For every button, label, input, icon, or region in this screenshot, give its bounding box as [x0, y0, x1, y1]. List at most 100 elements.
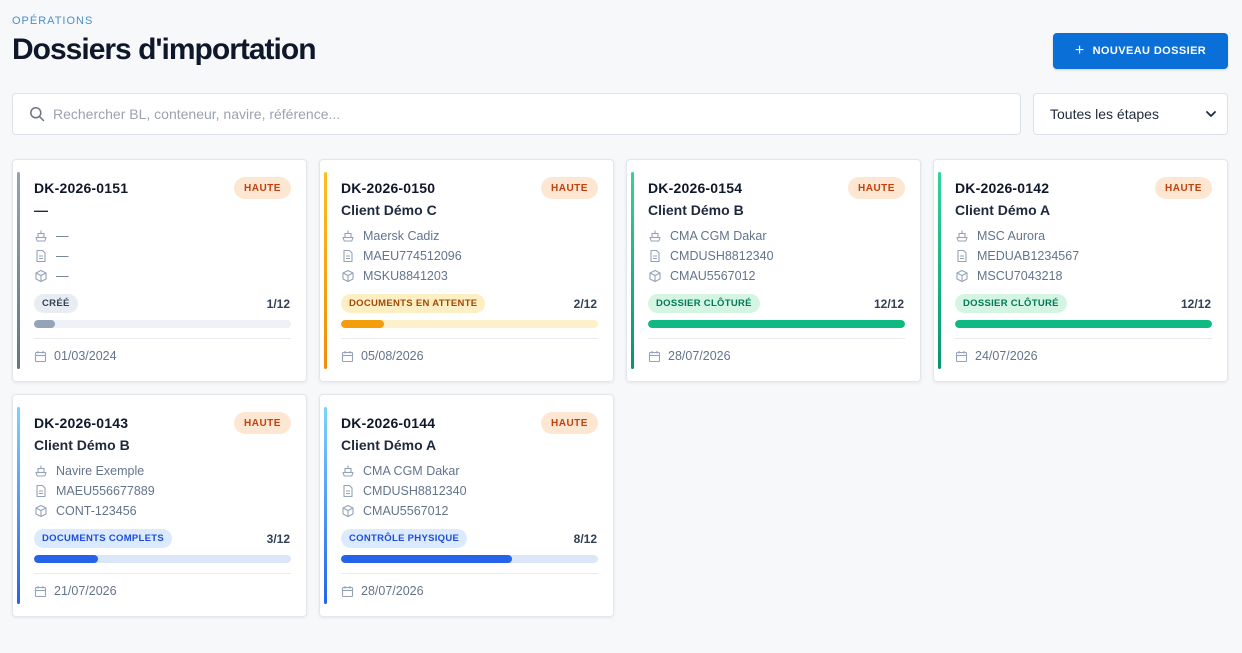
calendar-icon: [34, 585, 47, 598]
bl-row: CMDUSH8812340: [341, 484, 467, 498]
dossier-date: 01/03/2024: [54, 349, 117, 363]
date-row: 28/07/2026: [648, 349, 731, 363]
search-icon: [29, 106, 45, 122]
box-icon: [648, 269, 662, 283]
progress-track: [955, 320, 1212, 328]
card-accent-bar: [17, 172, 20, 369]
card-divider: [955, 338, 1212, 339]
container-number: CMAU5567012: [363, 504, 449, 518]
dossier-date: 28/07/2026: [668, 349, 731, 363]
stage-filter-select[interactable]: Toutes les étapes: [1033, 93, 1228, 135]
progress-track: [341, 320, 598, 328]
document-icon: [648, 249, 662, 263]
dossier-reference: DK-2026-0142: [955, 180, 1050, 196]
card-accent-bar: [324, 172, 327, 369]
client-name: Client Démo B: [34, 437, 130, 453]
vessel-row: —: [34, 229, 69, 243]
document-icon: [955, 249, 969, 263]
dossier-reference: DK-2026-0154: [648, 180, 743, 196]
vessel-name: —: [56, 229, 69, 243]
new-dossier-button-label: NOUVEAU DOSSIER: [1092, 45, 1207, 57]
vessel-name: Navire Exemple: [56, 464, 145, 478]
progress-fill: [34, 320, 56, 328]
dossier-reference: DK-2026-0150: [341, 180, 436, 196]
priority-badge: HAUTE: [1155, 177, 1212, 199]
dossier-card[interactable]: DK-2026-0143 Client Démo B HAUTE Navire …: [12, 394, 307, 617]
ship-icon: [341, 229, 355, 243]
calendar-icon: [955, 350, 968, 363]
step-count: 12/12: [873, 297, 904, 311]
ship-icon: [648, 229, 662, 243]
dossier-reference: DK-2026-0151: [34, 180, 129, 196]
ship-icon: [34, 229, 48, 243]
progress-fill: [648, 320, 905, 328]
client-name: —: [34, 202, 48, 218]
container-row: —: [34, 269, 69, 283]
date-row: 24/07/2026: [955, 349, 1038, 363]
client-name: Client Démo A: [955, 202, 1051, 218]
step-count: 1/12: [266, 297, 290, 311]
dossier-date: 28/07/2026: [361, 584, 424, 598]
ship-icon: [341, 464, 355, 478]
container-number: MSKU8841203: [363, 269, 448, 283]
search-bar: [12, 93, 1021, 135]
calendar-icon: [341, 350, 354, 363]
container-row: CMAU5567012: [341, 504, 448, 518]
calendar-icon: [34, 350, 47, 363]
bl-number: CMDUSH8812340: [670, 249, 774, 263]
dossier-card[interactable]: DK-2026-0154 Client Démo B HAUTE CMA CGM…: [626, 159, 921, 382]
container-row: MSKU8841203: [341, 269, 448, 283]
chevron-down-icon: [1205, 108, 1217, 120]
date-row: 21/07/2026: [34, 584, 117, 598]
container-row: CMAU5567012: [648, 269, 755, 283]
container-number: MSCU7043218: [977, 269, 1063, 283]
step-count: 2/12: [573, 297, 597, 311]
dossier-card[interactable]: DK-2026-0150 Client Démo C HAUTE Maersk …: [319, 159, 614, 382]
client-name: Client Démo C: [341, 202, 437, 218]
bl-number: MAEU556677889: [56, 484, 155, 498]
document-icon: [34, 484, 48, 498]
dossier-card[interactable]: DK-2026-0144 Client Démo A HAUTE CMA CGM…: [319, 394, 614, 617]
progress-track: [648, 320, 905, 328]
dossier-reference: DK-2026-0144: [341, 415, 436, 431]
priority-badge: HAUTE: [848, 177, 905, 199]
progress-fill: [34, 555, 99, 563]
bl-row: CMDUSH8812340: [648, 249, 774, 263]
progress-fill: [341, 555, 513, 563]
progress-fill: [341, 320, 384, 328]
container-number: CMAU5567012: [670, 269, 756, 283]
bl-number: MAEU774512096: [363, 249, 462, 263]
new-dossier-button[interactable]: + NOUVEAU DOSSIER: [1053, 33, 1228, 69]
card-accent-bar: [631, 172, 634, 369]
client-name: Client Démo B: [648, 202, 744, 218]
progress-track: [34, 320, 291, 328]
page-title: Dossiers d'importation: [12, 33, 317, 66]
ship-icon: [955, 229, 969, 243]
stage-badge: DOCUMENTS EN ATTENTE: [341, 294, 486, 313]
vessel-row: CMA CGM Dakar: [341, 464, 460, 478]
dossier-card[interactable]: DK-2026-0142 Client Démo A HAUTE MSC Aur…: [933, 159, 1228, 382]
stage-badge: CRÉÉ: [34, 294, 78, 313]
stage-filter-value: Toutes les étapes: [1050, 106, 1159, 122]
card-accent-bar: [17, 407, 20, 604]
progress-track: [34, 555, 291, 563]
dossier-date: 05/08/2026: [361, 349, 424, 363]
client-name: Client Démo A: [341, 437, 437, 453]
bl-row: —: [34, 249, 69, 263]
container-row: CONT-123456: [34, 504, 137, 518]
step-count: 3/12: [266, 532, 290, 546]
priority-badge: HAUTE: [541, 177, 598, 199]
card-divider: [341, 338, 598, 339]
step-count: 12/12: [1180, 297, 1211, 311]
priority-badge: HAUTE: [234, 412, 291, 434]
stage-badge: DOSSIER CLÔTURÉ: [955, 294, 1067, 313]
dossier-card[interactable]: DK-2026-0151 — HAUTE — — — CRÉÉ 1/12 01/…: [12, 159, 307, 382]
search-input[interactable]: [53, 94, 1020, 134]
date-row: 01/03/2024: [34, 349, 117, 363]
priority-badge: HAUTE: [541, 412, 598, 434]
dossier-date: 24/07/2026: [975, 349, 1038, 363]
progress-fill: [955, 320, 1212, 328]
vessel-row: Navire Exemple: [34, 464, 144, 478]
section-eyebrow: OPÉRATIONS: [12, 15, 94, 27]
priority-badge: HAUTE: [234, 177, 291, 199]
